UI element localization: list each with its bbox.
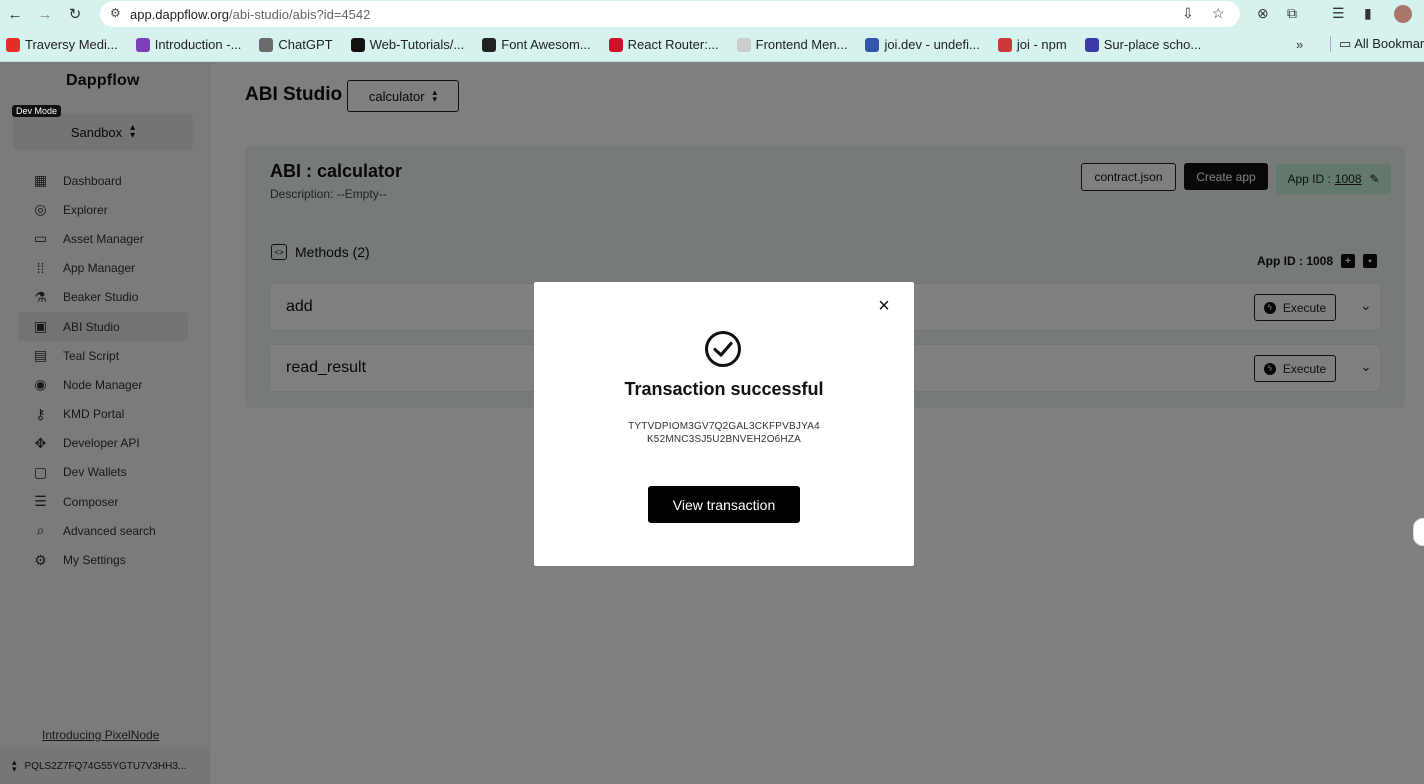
bookmark-item[interactable]: joi.dev - undefi...	[865, 37, 980, 52]
install-app-icon[interactable]: ⇩	[1182, 5, 1194, 22]
back-arrow-icon[interactable]: ←	[0, 0, 30, 28]
bookmark-item[interactable]: React Router:...	[608, 37, 719, 52]
extension-icon[interactable]: ⊗	[1257, 5, 1269, 22]
bookmark-favicon-icon	[259, 37, 274, 52]
view-transaction-button[interactable]: View transaction	[648, 486, 800, 523]
site-info-icon[interactable]: ⚙	[110, 6, 121, 20]
url-host: app.dappflow.org	[130, 6, 230, 22]
bookmarks-bar: Traversy Medi... Introduction -... ChatG…	[0, 28, 1424, 62]
close-icon[interactable]: ×	[873, 295, 895, 317]
bookmark-item[interactable]: Frontend Men...	[736, 37, 847, 52]
bookmark-item[interactable]: Font Awesom...	[482, 37, 591, 52]
url-path: /abi-studio/abis?id=4542	[229, 6, 371, 22]
bookmarks-more-icon[interactable]: »	[1296, 37, 1303, 52]
profile-avatar[interactable]	[1394, 5, 1412, 23]
forward-arrow-icon[interactable]: →	[30, 0, 60, 28]
bookmark-favicon-icon	[865, 37, 880, 52]
side-panel-icon[interactable]: ▮	[1364, 5, 1372, 22]
bookmark-favicon-icon	[736, 37, 751, 52]
reload-icon[interactable]: ↻	[60, 0, 90, 28]
side-tab-handle[interactable]	[1413, 518, 1424, 546]
address-bar[interactable]: ⚙ app.dappflow.org/abi-studio/abis?id=45…	[100, 1, 1240, 27]
bookmark-item[interactable]: Traversy Medi...	[6, 37, 118, 52]
bookmark-item[interactable]: Web-Tutorials/...	[350, 37, 464, 52]
bookmark-star-icon[interactable]: ☆	[1212, 5, 1225, 22]
dialog-title: Transaction successful	[624, 379, 824, 399]
transaction-id[interactable]: TYTVDPIOM3GV7Q2GAL3CKFPVBJYA4 K52MNC3SJ5…	[594, 420, 854, 446]
transaction-success-dialog: × Transaction successful TYTVDPIOM3GV7Q2…	[534, 282, 914, 566]
extensions-puzzle-icon[interactable]: ⧉	[1287, 5, 1297, 22]
bookmark-item[interactable]: Sur-place scho...	[1084, 37, 1201, 52]
bookmark-favicon-icon	[350, 37, 365, 52]
check-circle-icon	[705, 331, 741, 367]
bookmark-item[interactable]: joi - npm	[997, 37, 1067, 52]
bookmark-item[interactable]: ChatGPT	[259, 37, 333, 52]
bookmark-favicon-icon	[482, 37, 497, 52]
bookmark-favicon-icon	[135, 37, 150, 52]
reading-list-icon[interactable]: ☰	[1332, 5, 1345, 22]
bookmark-favicon-icon	[608, 37, 623, 52]
bookmark-favicon-icon	[6, 37, 20, 52]
all-bookmarks-folder[interactable]: ▭ All Bookmarks	[1330, 36, 1424, 52]
folder-icon: ▭	[1339, 36, 1355, 51]
bookmark-favicon-icon	[997, 37, 1012, 52]
bookmark-favicon-icon	[1084, 37, 1099, 52]
dev-mode-badge: Dev Mode	[12, 105, 62, 117]
bookmark-item[interactable]: Introduction -...	[135, 37, 241, 52]
browser-toolbar: ← → ↻ ⚙ app.dappflow.org/abi-studio/abis…	[0, 0, 1424, 28]
